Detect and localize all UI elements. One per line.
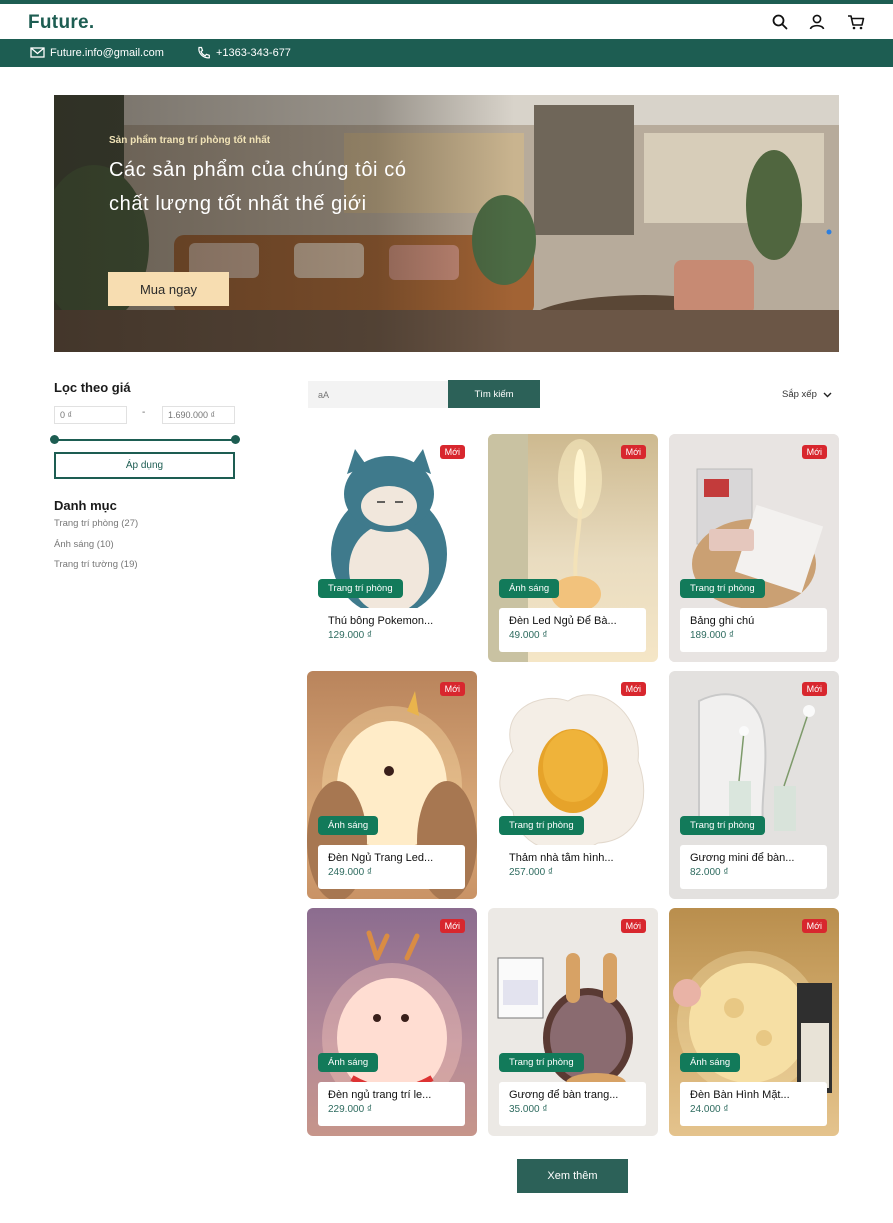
new-badge: Mới	[620, 919, 646, 933]
phone-contact[interactable]: +1363-343-677	[196, 46, 291, 59]
product-card[interactable]: Mới Ánh sáng Đèn Ngủ Trang Led... 249.00…	[307, 671, 477, 899]
product-info: Đèn Led Ngủ Để Bà... 49.000 ₫	[499, 608, 646, 652]
hero-overlay	[54, 95, 514, 352]
buy-now-button[interactable]: Mua ngay	[108, 272, 229, 306]
product-price: 49.000 ₫	[509, 630, 548, 641]
product-price: 249.000 ₫	[328, 867, 373, 878]
product-card[interactable]: Mới Ánh sáng Đèn Led Ngủ Để Bà... 49.000…	[488, 434, 658, 662]
product-info: Đèn Bàn Hình Mặt... 24.000 ₫	[680, 1082, 827, 1126]
email-contact[interactable]: Future.info@gmail.com	[30, 46, 164, 59]
category-item-wall-decor[interactable]: Trang trí tường (19)	[54, 559, 138, 570]
user-icon[interactable]	[808, 13, 826, 31]
apply-filter-button[interactable]: Áp dụng	[54, 452, 235, 479]
product-price: 24.000 ₫	[690, 1104, 729, 1115]
product-card[interactable]: Mới Ánh sáng Đèn ngủ trang trí le... 229…	[307, 908, 477, 1136]
product-price: 35.000 ₫	[509, 1104, 548, 1115]
search-input[interactable]	[308, 381, 448, 408]
product-name[interactable]: Đèn Ngủ Trang Led...	[328, 852, 455, 864]
product-card[interactable]: Mới Trang trí phòng Thú bông Pokemon... …	[307, 434, 477, 662]
hero-banner: Sản phẩm trang trí phòng tốt nhất Các sả…	[54, 95, 839, 352]
load-more-button[interactable]: Xem thêm	[517, 1159, 628, 1193]
product-card[interactable]: Mới Trang trí phòng Thảm nhà tắm hình...…	[488, 671, 658, 899]
product-price: 129.000 ₫	[328, 630, 373, 641]
product-info: Thú bông Pokemon... 129.000 ₫	[318, 608, 465, 652]
new-badge: Mới	[439, 682, 465, 696]
product-price: 82.000 ₫	[690, 867, 729, 878]
cart-icon[interactable]	[847, 13, 865, 31]
hero-subtitle: Sản phẩm trang trí phòng tốt nhất	[109, 135, 271, 146]
product-info: Bảng ghi chú 189.000 ₫	[680, 608, 827, 652]
product-card[interactable]: Mới Trang trí phòng Gương để bàn trang..…	[488, 908, 658, 1136]
new-badge: Mới	[439, 445, 465, 459]
phone-icon	[198, 46, 210, 59]
category-tag: Trang trí phòng	[680, 579, 765, 598]
site-header: Future.	[0, 4, 893, 39]
category-tag: Trang trí phòng	[499, 1053, 584, 1072]
product-name[interactable]: Đèn ngủ trang trí le...	[328, 1089, 455, 1101]
categories-title: Danh mục	[54, 498, 117, 513]
chevron-down-icon	[823, 392, 832, 397]
category-tag: Ánh sáng	[318, 1053, 379, 1072]
product-name[interactable]: Thú bông Pokemon...	[328, 615, 455, 627]
product-name[interactable]: Gương mini để bàn...	[690, 852, 817, 864]
search-icon[interactable]	[771, 13, 789, 31]
category-tag: Ánh sáng	[499, 579, 560, 598]
new-badge: Mới	[801, 919, 827, 933]
product-name[interactable]: Bảng ghi chú	[690, 615, 817, 627]
new-badge: Mới	[801, 445, 827, 459]
product-info: Gương để bàn trang... 35.000 ₫	[499, 1082, 646, 1126]
new-badge: Mới	[801, 682, 827, 696]
contact-bar: Future.info@gmail.com +1363-343-677	[0, 39, 893, 67]
product-price: 189.000 ₫	[690, 630, 735, 641]
category-tag: Ánh sáng	[318, 816, 379, 835]
sort-label: Sắp xếp	[782, 389, 817, 400]
product-name[interactable]: Gương để bàn trang...	[509, 1089, 636, 1101]
mail-icon	[30, 47, 45, 58]
product-price: 257.000 ₫	[509, 867, 554, 878]
product-name[interactable]: Thảm nhà tắm hình...	[509, 852, 636, 864]
new-badge: Mới	[439, 919, 465, 933]
category-tag: Trang trí phòng	[499, 816, 584, 835]
phone-text: +1363-343-677	[216, 46, 291, 59]
category-tag: Ánh sáng	[680, 1053, 741, 1072]
email-text: Future.info@gmail.com	[50, 46, 164, 59]
price-range-dash: -	[142, 407, 146, 418]
price-filter-title: Lọc theo giá	[54, 380, 131, 395]
max-price-input[interactable]	[162, 406, 235, 424]
new-badge: Mới	[620, 445, 646, 459]
new-badge: Mới	[620, 682, 646, 696]
product-info: Gương mini để bàn... 82.000 ₫	[680, 845, 827, 889]
product-name[interactable]: Đèn Led Ngủ Để Bà...	[509, 615, 636, 627]
logo[interactable]: Future.	[28, 12, 95, 34]
product-card[interactable]: Mới Trang trí phòng Gương mini để bàn...…	[669, 671, 839, 899]
price-slider-min-handle[interactable]	[50, 435, 59, 444]
search-button[interactable]: Tìm kiếm	[448, 380, 540, 408]
min-price-input[interactable]	[54, 406, 127, 424]
category-tag: Trang trí phòng	[318, 579, 403, 598]
sort-dropdown[interactable]: Sắp xếp	[782, 389, 832, 400]
category-item-lighting[interactable]: Ánh sáng (10)	[54, 539, 114, 550]
category-tag: Trang trí phòng	[680, 816, 765, 835]
product-price: 229.000 ₫	[328, 1104, 373, 1115]
product-card[interactable]: Mới Ánh sáng Đèn Bàn Hình Mặt... 24.000 …	[669, 908, 839, 1136]
category-item-room-decor[interactable]: Trang trí phòng (27)	[54, 518, 138, 529]
price-slider-max-handle[interactable]	[231, 435, 240, 444]
product-info: Đèn Ngủ Trang Led... 249.000 ₫	[318, 845, 465, 889]
price-slider-track[interactable]	[54, 439, 235, 441]
product-info: Thảm nhà tắm hình... 257.000 ₫	[499, 845, 646, 889]
product-name[interactable]: Đèn Bàn Hình Mặt...	[690, 1089, 817, 1101]
product-card[interactable]: Mới Trang trí phòng Bảng ghi chú 189.000…	[669, 434, 839, 662]
hero-title: Các sản phẩm của chúng tôi có chất lượng…	[109, 159, 407, 215]
product-info: Đèn ngủ trang trí le... 229.000 ₫	[318, 1082, 465, 1126]
